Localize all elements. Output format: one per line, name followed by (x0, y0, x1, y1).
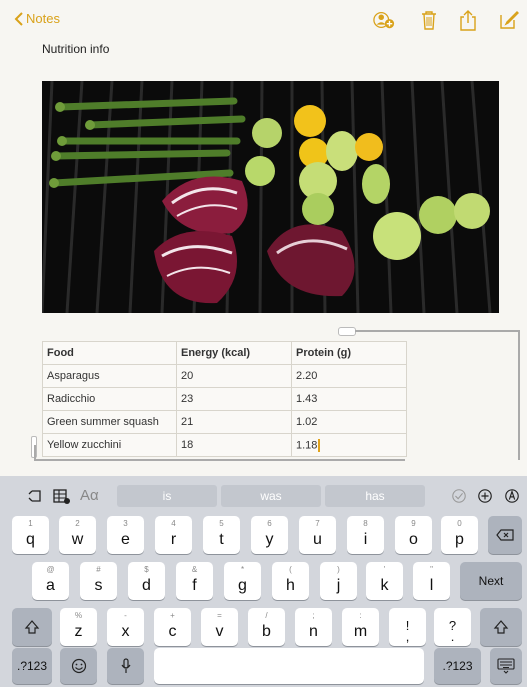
key-g[interactable]: * g (224, 562, 261, 600)
microphone-icon (121, 658, 130, 673)
table-cell[interactable]: 20 (176, 364, 292, 388)
key-j[interactable]: ) j (320, 562, 357, 600)
table-header-cell[interactable]: Energy (kcal) (176, 341, 292, 365)
key-h[interactable]: (h (272, 562, 309, 600)
key-f[interactable]: & f (176, 562, 213, 600)
table-cell[interactable]: 23 (176, 387, 292, 411)
table-row: Green summer squash 21 1.02 (42, 410, 407, 434)
table-cell[interactable]: 1.02 (291, 410, 407, 434)
key-k[interactable]: ' k (366, 562, 403, 600)
key-u[interactable]: 7u (299, 516, 336, 554)
add-icon[interactable] (476, 488, 494, 504)
numbers-key-right[interactable]: .?123 (434, 648, 481, 684)
note-title[interactable]: Nutrition info (42, 42, 109, 56)
on-screen-keyboard: Aα is was has 1q 2w 3e 4r 5t 6y 7u 8i 9o… (0, 476, 527, 687)
key-p[interactable]: 0p (441, 516, 478, 554)
key-y[interactable]: 6y (251, 516, 288, 554)
add-people-icon[interactable] (373, 9, 395, 31)
delete-icon (496, 529, 514, 541)
table-cell[interactable]: 2.20 (291, 364, 407, 388)
shift-icon (24, 620, 40, 634)
table-row: Asparagus 20 2.20 (42, 364, 407, 388)
space-key[interactable] (154, 648, 424, 684)
key-e[interactable]: 3e (107, 516, 144, 554)
numbers-key-left[interactable]: .?123 (12, 648, 52, 684)
divider (34, 459, 405, 461)
share-icon[interactable] (457, 9, 479, 31)
undo-icon[interactable] (26, 488, 44, 504)
table-row: Yellow zucchini 18 1.18 (42, 433, 407, 457)
key-x[interactable]: -x (107, 608, 144, 646)
shortcut-bar: Aα is was has (0, 476, 527, 514)
table-cell[interactable]: Green summer squash (42, 410, 177, 434)
key-l[interactable]: " l (413, 562, 450, 600)
navigation-bar: Notes (0, 0, 527, 40)
table-header-cell[interactable]: Protein (g) (291, 341, 407, 365)
back-label: Notes (26, 11, 60, 26)
checklist-icon[interactable] (450, 488, 468, 504)
key-i[interactable]: 8i (347, 516, 384, 554)
key-c[interactable]: + c (154, 608, 191, 646)
shift-icon (493, 620, 509, 634)
trash-icon[interactable] (418, 9, 440, 31)
next-key[interactable]: Next (460, 562, 522, 600)
compose-icon[interactable] (498, 9, 520, 31)
divider (355, 330, 519, 332)
key-w[interactable]: 2w (59, 516, 96, 554)
table-cell[interactable]: 21 (176, 410, 292, 434)
key-z[interactable]: % z (60, 608, 97, 646)
key-q[interactable]: 1q (12, 516, 49, 554)
dictation-key[interactable] (107, 648, 144, 684)
delete-key[interactable] (488, 516, 522, 554)
shift-key-left[interactable] (12, 608, 52, 646)
key-b[interactable]: / b (248, 608, 285, 646)
format-text-icon[interactable]: Aα (80, 487, 99, 504)
key-d[interactable]: $ d (128, 562, 165, 600)
image-resize-handle[interactable] (338, 327, 356, 336)
table-icon[interactable] (52, 488, 70, 504)
table-cell[interactable]: Radicchio (42, 387, 177, 411)
table-cell[interactable]: Asparagus (42, 364, 177, 388)
table-cell[interactable]: Yellow zucchini (42, 433, 177, 457)
back-button[interactable]: Notes (14, 11, 60, 26)
cell-text: 1.18 (296, 438, 318, 451)
table-header-row: Food Energy (kcal) Protein (g) (42, 341, 407, 365)
nutrition-table: Food Energy (kcal) Protein (g) Asparagus… (42, 341, 407, 457)
keyboard-dismiss-icon (497, 658, 515, 674)
table-header-cell[interactable]: Food (42, 341, 177, 365)
divider (518, 330, 520, 460)
key-n[interactable]: ; n (295, 608, 332, 646)
table-row: Radicchio 23 1.43 (42, 387, 407, 411)
shift-key-right[interactable] (480, 608, 522, 646)
key-o[interactable]: 9o (395, 516, 432, 554)
chevron-left-icon (14, 11, 23, 26)
key-a[interactable]: @ a (32, 562, 69, 600)
key-t[interactable]: 5t (203, 516, 240, 554)
suggestion[interactable]: is (117, 485, 217, 507)
table-cell[interactable]: 1.43 (291, 387, 407, 411)
text-cursor (318, 438, 321, 452)
emoji-key[interactable] (60, 648, 97, 684)
key-exclaim-comma[interactable]: ! , (389, 608, 426, 646)
suggestion[interactable]: has (325, 485, 425, 507)
table-cell[interactable]: 18 (176, 433, 292, 457)
table-cell-active[interactable]: 1.18 (291, 433, 407, 457)
key-v[interactable]: = v (201, 608, 238, 646)
key-question-period[interactable]: ? . (434, 608, 471, 646)
hide-keyboard-key[interactable] (490, 648, 522, 684)
emoji-icon (71, 658, 86, 674)
key-m[interactable]: :m (342, 608, 379, 646)
key-r[interactable]: 4r (155, 516, 192, 554)
suggestion[interactable]: was (221, 485, 321, 507)
key-s[interactable]: # s (80, 562, 117, 600)
vegetables-photo[interactable] (42, 81, 499, 313)
markup-icon[interactable] (503, 488, 521, 504)
